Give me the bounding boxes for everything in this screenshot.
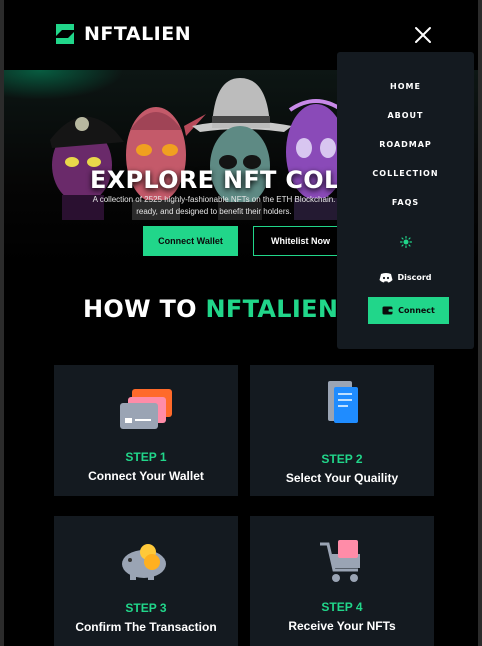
step-number: STEP 4 — [321, 600, 363, 614]
nav-dropdown-menu: HOME ABOUT ROADMAP COLLECTION FAQS Disco… — [337, 52, 474, 349]
logo[interactable]: NFTALIEN — [54, 22, 191, 46]
brand-name: NFTALIEN — [84, 23, 192, 45]
step-title: Connect Your Wallet — [88, 469, 204, 483]
piggy-bank-icon — [122, 544, 166, 580]
logo-icon — [56, 24, 74, 44]
step-title: Receive Your NFTs — [288, 619, 396, 633]
whitelist-now-button[interactable]: Whitelist Now — [253, 226, 348, 256]
step-number: STEP 1 — [125, 450, 167, 464]
shopping-cart-icon — [320, 540, 360, 582]
how-to-title: HOW TO NFTALIEN W — [83, 295, 374, 323]
how-to-title-accent: NFTALIEN — [205, 295, 339, 323]
menu-item-about[interactable]: ABOUT — [337, 111, 474, 120]
step-card-4: STEP 4 Receive Your NFTs — [250, 516, 434, 646]
step-card-1: STEP 1 Connect Your Wallet — [54, 365, 238, 496]
page: NFTALIEN EXPLORE NFT COLLEC A collection… — [4, 0, 478, 646]
step-title: Confirm The Transaction — [75, 620, 217, 634]
menu-item-faqs[interactable]: FAQS — [337, 198, 474, 207]
receipt-icon — [328, 381, 358, 423]
step-card-3: STEP 3 Confirm The Transaction — [54, 516, 238, 646]
close-icon[interactable] — [414, 26, 432, 44]
step-title: Select Your Quaility — [285, 471, 399, 485]
hero-subtitle-line-1: A collection of 2525 highly-fashionable … — [92, 195, 336, 204]
menu-item-roadmap[interactable]: ROADMAP — [337, 140, 474, 149]
connect-wallet-button[interactable]: Connect Wallet — [143, 226, 238, 256]
menu-connect-label: Connect — [398, 306, 435, 315]
discord-label: Discord — [397, 273, 432, 282]
discord-icon — [379, 273, 393, 283]
menu-connect-button[interactable]: Connect — [368, 297, 449, 324]
wallet-cards-icon — [120, 389, 172, 429]
discord-link[interactable]: Discord — [337, 272, 474, 283]
step-number: STEP 2 — [321, 452, 363, 466]
hero-subtitle: A collection of 2525 highly-fashionable … — [64, 194, 364, 218]
menu-item-collection[interactable]: COLLECTION — [337, 169, 474, 178]
wallet-icon — [382, 306, 393, 315]
step-card-2: STEP 2 Select Your Quaility — [250, 365, 434, 496]
step-number: STEP 3 — [125, 601, 167, 615]
hero-subtitle-line-2: ready, and designed to benefit their hol… — [136, 207, 292, 216]
sun-icon[interactable] — [400, 236, 412, 248]
menu-item-home[interactable]: HOME — [337, 82, 474, 91]
how-to-title-prefix: HOW TO — [83, 295, 206, 323]
